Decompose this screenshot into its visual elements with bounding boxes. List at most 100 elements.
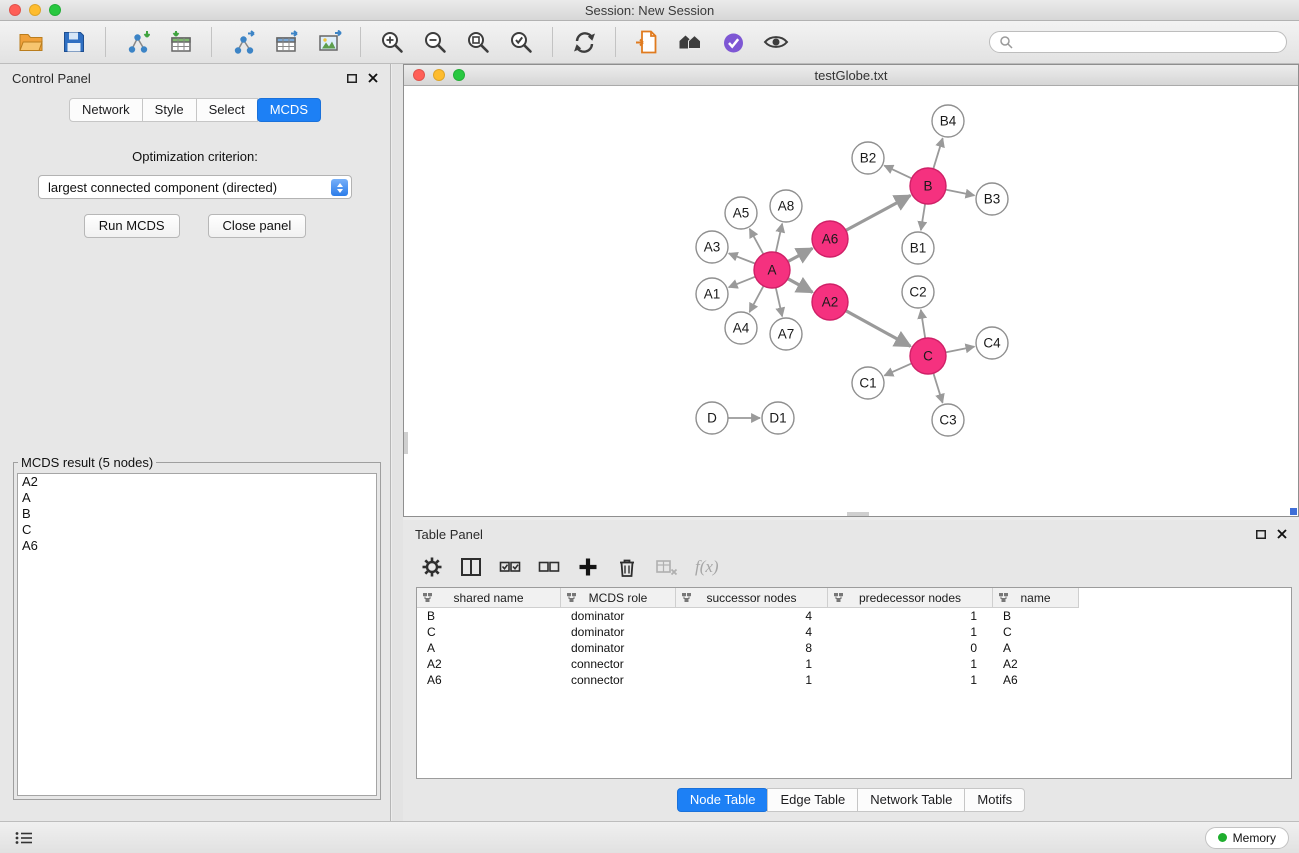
- network-zoom-button[interactable]: [453, 69, 465, 81]
- graph-node-D[interactable]: D: [696, 402, 728, 434]
- table-cell[interactable]: A6: [993, 672, 1079, 688]
- criterion-dropdown[interactable]: largest connected component (directed): [38, 175, 352, 199]
- result-item[interactable]: B: [18, 506, 376, 522]
- table-row-A2[interactable]: A2connector11A2: [417, 656, 1291, 672]
- delete-table-button[interactable]: [655, 556, 678, 578]
- refresh-layout-button[interactable]: [565, 24, 603, 60]
- graph-node-D1[interactable]: D1: [762, 402, 794, 434]
- graph-node-C2[interactable]: C2: [902, 276, 934, 308]
- tab-motifs[interactable]: Motifs: [964, 788, 1025, 812]
- result-item[interactable]: A2: [18, 474, 376, 490]
- graph-node-A1[interactable]: A1: [696, 278, 728, 310]
- tab-edge-table[interactable]: Edge Table: [767, 788, 858, 812]
- graph-edge-A2-C[interactable]: [846, 311, 911, 347]
- graph-edge-A-A6[interactable]: [788, 248, 813, 261]
- table-cell[interactable]: B: [417, 608, 561, 624]
- table-cell[interactable]: connector: [561, 672, 676, 688]
- column-header-name[interactable]: name: [993, 588, 1079, 608]
- tab-network-table[interactable]: Network Table: [857, 788, 965, 812]
- table-cell[interactable]: C: [417, 624, 561, 640]
- graph-edge-C-C4[interactable]: [946, 347, 975, 353]
- graph-node-A8[interactable]: A8: [770, 190, 802, 222]
- table-cell[interactable]: dominator: [561, 624, 676, 640]
- zoom-out-button[interactable]: [416, 24, 454, 60]
- column-header-predecessor-nodes[interactable]: predecessor nodes: [828, 588, 993, 608]
- table-cell[interactable]: 1: [828, 624, 993, 640]
- result-item[interactable]: C: [18, 522, 376, 538]
- table-cell[interactable]: 4: [676, 624, 828, 640]
- graph-edge-A-A8[interactable]: [776, 224, 782, 253]
- export-image-button[interactable]: [310, 24, 348, 60]
- search-input[interactable]: [1018, 35, 1277, 49]
- graph-edge-A6-B[interactable]: [846, 196, 911, 231]
- tab-style[interactable]: Style: [142, 98, 197, 122]
- zoom-fit-button[interactable]: [459, 24, 497, 60]
- search-box[interactable]: [989, 31, 1287, 53]
- column-header-successor-nodes[interactable]: successor nodes: [676, 588, 828, 608]
- table-cell[interactable]: 1: [676, 672, 828, 688]
- close-panel-button[interactable]: [368, 73, 378, 83]
- network-close-button[interactable]: [413, 69, 425, 81]
- table-cell[interactable]: 0: [828, 640, 993, 656]
- table-cell[interactable]: A: [417, 640, 561, 656]
- table-cell[interactable]: C: [993, 624, 1079, 640]
- graph-edge-B-B4[interactable]: [933, 138, 942, 169]
- graph-edge-B-B2[interactable]: [884, 166, 911, 179]
- table-cell[interactable]: 1: [828, 608, 993, 624]
- table-float-panel-button[interactable]: [1256, 530, 1266, 539]
- tab-mcds[interactable]: MCDS: [257, 98, 321, 122]
- zoom-selected-button[interactable]: [502, 24, 540, 60]
- export-table-button[interactable]: [267, 24, 305, 60]
- network-canvas[interactable]: B4B2BB3A5A8A6B1A3AC2A1A2A4A7C4CC1C3DD1: [404, 87, 1298, 516]
- table-cell[interactable]: B: [993, 608, 1079, 624]
- graph-node-B2[interactable]: B2: [852, 142, 884, 174]
- float-panel-button[interactable]: [347, 74, 357, 83]
- graph-node-C[interactable]: C: [910, 338, 946, 374]
- result-item[interactable]: A6: [18, 538, 376, 554]
- vertical-scroll-thumb[interactable]: [404, 432, 408, 454]
- graph-edge-A-A1[interactable]: [729, 277, 756, 288]
- graph-node-C1[interactable]: C1: [852, 367, 884, 399]
- delete-column-button[interactable]: [616, 556, 638, 578]
- table-row-B[interactable]: Bdominator41B: [417, 608, 1291, 624]
- graph-edge-B-B3[interactable]: [946, 190, 975, 196]
- graph-edge-A-A7[interactable]: [776, 288, 782, 317]
- table-cell[interactable]: A2: [417, 656, 561, 672]
- graph-node-B1[interactable]: B1: [902, 232, 934, 264]
- graph-edge-C-C2[interactable]: [921, 310, 925, 338]
- graph-node-A7[interactable]: A7: [770, 318, 802, 350]
- import-network-button[interactable]: [118, 24, 156, 60]
- graph-edge-A-A5[interactable]: [750, 229, 764, 254]
- table-cell[interactable]: 1: [676, 656, 828, 672]
- table-row-A[interactable]: Adominator80A: [417, 640, 1291, 656]
- graph-node-C3[interactable]: C3: [932, 404, 964, 436]
- panel-splitter[interactable]: [392, 64, 403, 821]
- select-all-button[interactable]: [499, 556, 521, 578]
- graph-node-A5[interactable]: A5: [725, 197, 757, 229]
- tab-network[interactable]: Network: [69, 98, 143, 122]
- table-settings-button[interactable]: [421, 556, 443, 578]
- show-hide-graphics-button[interactable]: [757, 24, 795, 60]
- tab-select[interactable]: Select: [196, 98, 258, 122]
- graph-node-A3[interactable]: A3: [696, 231, 728, 263]
- table-cell[interactable]: 8: [676, 640, 828, 656]
- graph-edge-A-A2[interactable]: [788, 279, 813, 293]
- tab-node-table[interactable]: Node Table: [677, 788, 769, 812]
- column-header-shared-name[interactable]: shared name: [417, 588, 561, 608]
- memory-button[interactable]: Memory: [1205, 827, 1289, 849]
- table-row-A6[interactable]: A6connector11A6: [417, 672, 1291, 688]
- horizontal-scroll-thumb[interactable]: [847, 512, 869, 516]
- graph-edge-A-A3[interactable]: [729, 253, 755, 263]
- column-header-mcds-role[interactable]: MCDS role: [561, 588, 676, 608]
- table-cell[interactable]: 1: [828, 672, 993, 688]
- table-cell[interactable]: A6: [417, 672, 561, 688]
- mcds-result-list[interactable]: A2ABCA6: [17, 473, 377, 796]
- table-cell[interactable]: dominator: [561, 640, 676, 656]
- table-cell[interactable]: A2: [993, 656, 1079, 672]
- graph-node-A2[interactable]: A2: [812, 284, 848, 320]
- result-item[interactable]: A: [18, 490, 376, 506]
- table-close-panel-button[interactable]: [1277, 529, 1287, 539]
- close-window-button[interactable]: [9, 4, 21, 16]
- graph-edge-C-C3[interactable]: [933, 373, 942, 403]
- show-columns-button[interactable]: [460, 556, 482, 578]
